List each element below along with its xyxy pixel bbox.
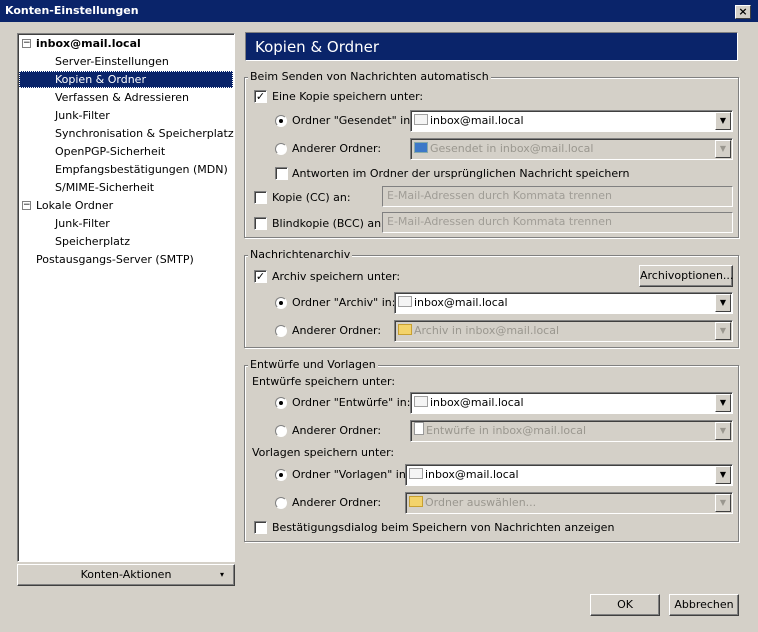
dropdown-arrow-icon: ▼ (715, 294, 731, 312)
save-copy-checkbox[interactable]: ✓ (254, 90, 267, 103)
sent-folder-radio[interactable] (275, 115, 287, 127)
tree-item[interactable]: S/MIME-Sicherheit (19, 179, 233, 196)
drafts-other-dropdown[interactable]: Entwürfe in inbox@mail.local ▼ (410, 420, 733, 442)
archive-folder-value: inbox@mail.local (414, 296, 508, 309)
tree-item[interactable]: Junk-Filter (19, 215, 233, 232)
tree-item[interactable]: Lokale Ordner (36, 197, 113, 214)
drafts-other-radio[interactable] (275, 425, 287, 437)
close-button[interactable]: × (735, 5, 751, 19)
templates-heading: Vorlagen speichern unter: (252, 446, 395, 459)
mail-account-icon (414, 396, 428, 407)
templates-other-dropdown[interactable]: Ordner auswählen... ▼ (405, 492, 733, 514)
title-bar: Konten-Einstellungen (0, 0, 758, 22)
tree-item[interactable]: Kopien & Ordner (19, 71, 233, 88)
dropdown-arrow-icon: ▼ (715, 466, 731, 484)
templates-folder-radio[interactable] (275, 469, 287, 481)
folder-icon (398, 324, 412, 335)
tree-item[interactable]: Postausgangs-Server (SMTP) (36, 251, 194, 268)
archive-other-radio[interactable] (275, 325, 287, 337)
archive-checkbox[interactable]: ✓ (254, 270, 267, 283)
templates-folder-dropdown[interactable]: inbox@mail.local ▼ (405, 464, 733, 486)
bcc-label: Blindkopie (BCC) an: (272, 217, 385, 230)
other-folder-label: Anderer Ordner: (292, 142, 382, 155)
drafts-folder-dropdown[interactable]: inbox@mail.local ▼ (410, 392, 733, 414)
templates-folder-value: inbox@mail.local (425, 468, 519, 481)
dropdown-arrow-icon: ▼ (715, 112, 731, 130)
templates-folder-label: Ordner "Vorlagen" in: (292, 468, 410, 481)
drafts-heading: Entwürfe speichern unter: (252, 375, 396, 388)
sent-folder-dropdown[interactable]: inbox@mail.local ▼ (410, 110, 733, 132)
tree-item[interactable]: Speicherplatz (19, 233, 233, 250)
account-actions-button[interactable]: Konten-Aktionen ▾ (17, 564, 235, 586)
window-title: Konten-Einstellungen (5, 4, 139, 17)
bcc-input[interactable]: E-Mail-Adressen durch Kommata trennen (382, 212, 733, 233)
archive-folder-label: Ordner "Archiv" in: (292, 296, 396, 309)
dropdown-arrow-icon: ▼ (715, 140, 731, 158)
tree-item[interactable]: Verfassen & Adressieren (19, 89, 233, 106)
chevron-down-icon: ▾ (219, 570, 224, 579)
save-copy-label: Eine Kopie speichern unter: (272, 90, 424, 103)
mail-account-icon (414, 114, 428, 125)
drafts-other-label: Anderer Ordner: (292, 424, 382, 437)
templates-other-value: Ordner auswählen... (425, 496, 537, 509)
drafts-folder-label: Ordner "Entwürfe" in: (292, 396, 411, 409)
drafts-folder-radio[interactable] (275, 397, 287, 409)
other-folder-radio[interactable] (275, 143, 287, 155)
collapse-icon[interactable]: − (22, 201, 31, 210)
archive-options-button[interactable]: Archivoptionen... (639, 265, 733, 287)
folder-icon (409, 496, 423, 507)
dropdown-arrow-icon: ▼ (715, 422, 731, 440)
archive-other-dropdown[interactable]: Archiv in inbox@mail.local ▼ (394, 320, 733, 342)
tree-item[interactable]: Synchronisation & Speicherplatz (19, 125, 234, 142)
ok-button[interactable]: OK (590, 594, 660, 616)
replies-label: Antworten im Ordner der ursprünglichen N… (292, 167, 630, 180)
templates-other-label: Anderer Ordner: (292, 496, 382, 509)
collapse-icon[interactable]: − (22, 39, 31, 48)
sent-folder-label: Ordner "Gesendet" in: (292, 114, 414, 127)
archive-legend: Nachrichtenarchiv (248, 248, 353, 261)
sent-folder-value: inbox@mail.local (430, 114, 524, 127)
sending-legend: Beim Senden von Nachrichten automatisch (248, 70, 491, 83)
page-title: Kopien & Ordner (245, 32, 738, 61)
archive-other-value: Archiv in inbox@mail.local (414, 324, 560, 337)
tree-item[interactable]: Server-Einstellungen (19, 53, 233, 70)
confirm-dialog-label: Bestätigungsdialog beim Speichern von Na… (272, 521, 615, 534)
drafts-legend: Entwürfe und Vorlagen (248, 358, 378, 371)
sent-folder-icon (414, 142, 428, 153)
dropdown-arrow-icon: ▼ (715, 322, 731, 340)
other-folder-value: Gesendet in inbox@mail.local (430, 142, 594, 155)
drafts-other-value: Entwürfe in inbox@mail.local (426, 424, 586, 437)
confirm-dialog-checkbox[interactable] (254, 521, 267, 534)
cc-checkbox[interactable] (254, 191, 267, 204)
drafts-folder-value: inbox@mail.local (430, 396, 524, 409)
templates-other-radio[interactable] (275, 497, 287, 509)
drafts-folder-icon (414, 422, 424, 435)
other-folder-dropdown[interactable]: Gesendet in inbox@mail.local ▼ (410, 138, 733, 160)
replies-checkbox[interactable] (275, 167, 288, 180)
dropdown-arrow-icon: ▼ (715, 494, 731, 512)
cancel-button[interactable]: Abbrechen (669, 594, 739, 616)
bcc-checkbox[interactable] (254, 217, 267, 230)
tree-item[interactable]: Junk-Filter (19, 107, 233, 124)
tree-item[interactable]: OpenPGP-Sicherheit (19, 143, 233, 160)
cc-label: Kopie (CC) an: (272, 191, 351, 204)
dropdown-arrow-icon: ▼ (715, 394, 731, 412)
archive-label: Archiv speichern unter: (272, 270, 401, 283)
mail-account-icon (398, 296, 412, 307)
archive-folder-radio[interactable] (275, 297, 287, 309)
account-tree[interactable]: − inbox@mail.local Server-Einstellungen Kop… (17, 33, 235, 562)
tree-item[interactable]: Empfangsbestätigungen (MDN) (19, 161, 233, 178)
mail-account-icon (409, 468, 423, 479)
archive-other-label: Anderer Ordner: (292, 324, 382, 337)
archive-folder-dropdown[interactable]: inbox@mail.local ▼ (394, 292, 733, 314)
cc-input[interactable]: E-Mail-Adressen durch Kommata trennen (382, 186, 733, 207)
tree-item[interactable]: inbox@mail.local (36, 35, 141, 52)
account-actions-label: Konten-Aktionen (80, 568, 172, 581)
